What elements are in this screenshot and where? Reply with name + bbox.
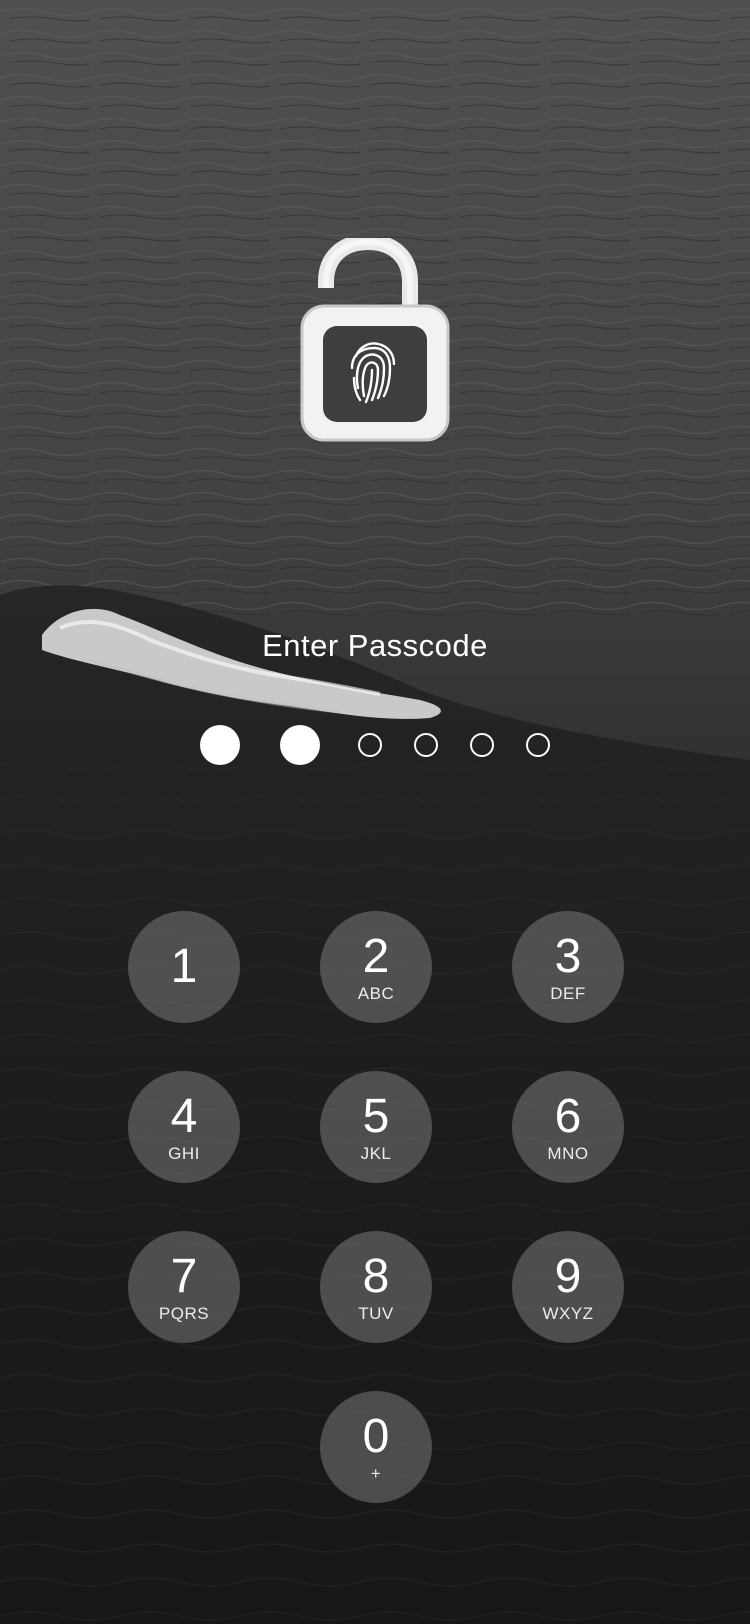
key-digit: 9 bbox=[554, 1250, 582, 1303]
passcode-dots bbox=[0, 725, 750, 765]
key-digit: 3 bbox=[554, 930, 582, 983]
key-digit: 1 bbox=[170, 940, 198, 993]
passcode-prompt: Enter Passcode bbox=[262, 628, 488, 663]
key-digit: 2 bbox=[362, 930, 390, 983]
key-letters: + bbox=[370, 1464, 382, 1483]
passcode-dot-filled bbox=[280, 725, 320, 765]
key-letters: GHI bbox=[168, 1144, 200, 1163]
key-1[interactable]: 1 bbox=[128, 911, 240, 1023]
key-letters: DEF bbox=[550, 984, 586, 1003]
key-8[interactable]: 8 TUV bbox=[320, 1231, 432, 1343]
key-letters: JKL bbox=[360, 1144, 392, 1163]
key-2[interactable]: 2 ABC bbox=[320, 911, 432, 1023]
key-letters: WXYZ bbox=[542, 1304, 594, 1323]
passcode-dot-filled bbox=[200, 725, 240, 765]
key-letters: ABC bbox=[357, 984, 395, 1003]
passcode-dot-empty bbox=[414, 733, 438, 757]
key-0[interactable]: 0 + bbox=[320, 1391, 432, 1503]
key-4[interactable]: 4 GHI bbox=[128, 1071, 240, 1183]
key-digit: 4 bbox=[170, 1090, 198, 1143]
key-digit: 0 bbox=[362, 1410, 390, 1463]
key-digit: 5 bbox=[362, 1090, 390, 1143]
key-letters: MNO bbox=[547, 1144, 589, 1163]
passcode-dot-empty bbox=[526, 733, 550, 757]
key-6[interactable]: 6 MNO bbox=[512, 1071, 624, 1183]
key-letters: PQRS bbox=[158, 1304, 210, 1323]
key-digit: 7 bbox=[170, 1250, 198, 1303]
lock-screen: Enter Passcode 1 2 ABC 3 DEF 4 GHI 5 JKL… bbox=[0, 0, 750, 1624]
key-5[interactable]: 5 JKL bbox=[320, 1071, 432, 1183]
key-digit: 8 bbox=[362, 1250, 390, 1303]
padlock-fingerprint-icon[interactable] bbox=[298, 238, 452, 448]
key-3[interactable]: 3 DEF bbox=[512, 911, 624, 1023]
key-letters: TUV bbox=[358, 1304, 394, 1323]
key-9[interactable]: 9 WXYZ bbox=[512, 1231, 624, 1343]
passcode-dot-empty bbox=[358, 733, 382, 757]
key-7[interactable]: 7 PQRS bbox=[128, 1231, 240, 1343]
key-digit: 6 bbox=[554, 1090, 582, 1143]
passcode-dot-empty bbox=[470, 733, 494, 757]
